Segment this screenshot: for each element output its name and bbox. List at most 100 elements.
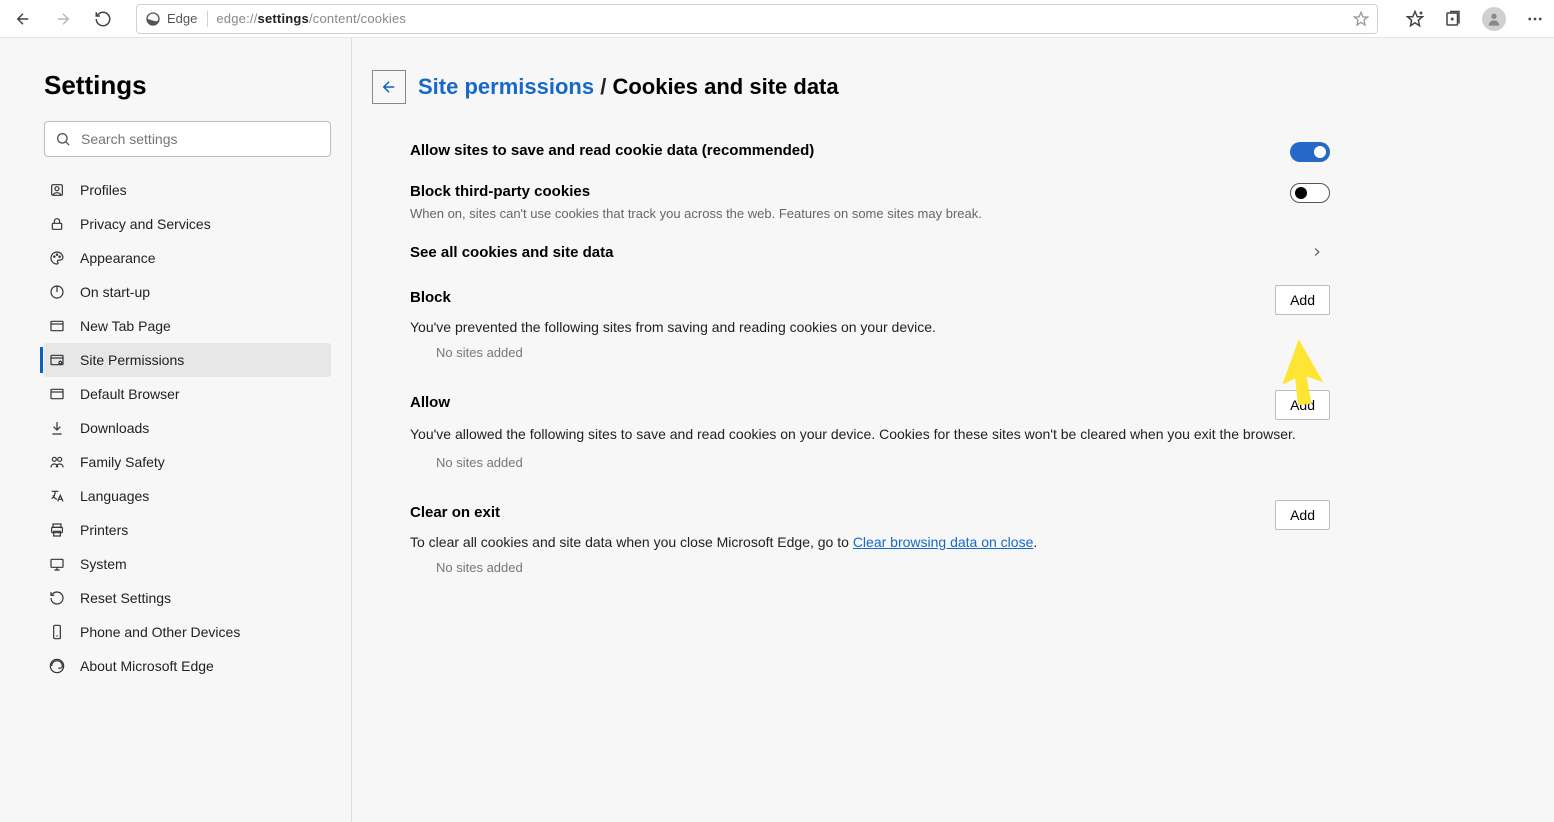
sidebar-item-label: About Microsoft Edge (80, 658, 214, 674)
sidebar-item-on-start-up[interactable]: On start-up (44, 275, 331, 309)
breadcrumb-parent-link[interactable]: Site permissions (418, 74, 594, 99)
power-icon (48, 284, 66, 300)
page-identity: Edge (145, 11, 208, 27)
reset-icon (48, 590, 66, 606)
settings-content: Allow sites to save and read cookie data… (410, 132, 1330, 575)
system-icon (48, 556, 66, 572)
arrow-left-icon (14, 10, 32, 28)
back-button[interactable] (10, 6, 36, 32)
sidebar-item-printers[interactable]: Printers (44, 513, 331, 547)
clear-data-on-close-link[interactable]: Clear browsing data on close (853, 534, 1034, 550)
block-third-desc: When on, sites can't use cookies that tr… (410, 204, 982, 224)
profile-avatar[interactable] (1482, 7, 1506, 31)
sidebar-list: Profiles Privacy and Services Appearance On… (44, 173, 331, 683)
palette-icon (48, 250, 66, 266)
browser-toolbar: Edge edge://settings/content/cookies (0, 0, 1554, 38)
block-section-header: Block Add (410, 275, 1330, 325)
phone-icon (48, 624, 66, 640)
sidebar-item-label: Family Safety (80, 454, 165, 470)
sidebar-item-profiles[interactable]: Profiles (44, 173, 331, 207)
clear-add-button[interactable]: Add (1275, 500, 1330, 530)
sidebar-item-reset-settings[interactable]: Reset Settings (44, 581, 331, 615)
block-third-toggle[interactable] (1290, 183, 1330, 203)
allow-desc: You've allowed the following sites to sa… (410, 424, 1330, 445)
sidebar-item-label: Phone and Other Devices (80, 624, 240, 640)
allow-cookies-title: Allow sites to save and read cookie data… (410, 142, 814, 159)
sidebar-item-about-microsoft-edge[interactable]: About Microsoft Edge (44, 649, 331, 683)
lang-icon (48, 488, 66, 504)
url-text: edge://settings/content/cookies (216, 11, 406, 26)
collections-icon[interactable] (1444, 10, 1462, 28)
annotation-cursor-icon (1282, 338, 1342, 408)
allow-title: Allow (410, 394, 450, 411)
favorites-icon[interactable] (1406, 10, 1424, 28)
sidebar-item-privacy-and-services[interactable]: Privacy and Services (44, 207, 331, 241)
clear-section-header: Clear on exit Add (410, 490, 1330, 540)
see-all-title: See all cookies and site data (410, 244, 613, 261)
arrow-right-icon (54, 10, 72, 28)
tab-icon (48, 318, 66, 334)
block-third-title: Block third-party cookies (410, 183, 982, 200)
sidebar-item-label: Languages (80, 488, 149, 504)
site-icon (48, 352, 66, 368)
search-icon (55, 131, 71, 147)
block-desc: You've prevented the following sites fro… (410, 319, 1330, 335)
back-to-parent-button[interactable] (372, 70, 406, 104)
edge-logo-icon (145, 11, 161, 27)
person-icon (1486, 11, 1502, 27)
lock-icon (48, 216, 66, 232)
refresh-button[interactable] (90, 6, 116, 32)
block-third-party-row: Block third-party cookies When on, sites… (410, 173, 1330, 234)
block-empty: No sites added (436, 345, 1330, 360)
search-input[interactable] (81, 131, 320, 147)
search-settings[interactable] (44, 121, 331, 157)
sidebar-item-site-permissions[interactable]: Site Permissions (44, 343, 331, 377)
block-title: Block (410, 289, 451, 306)
sidebar-item-label: Printers (80, 522, 128, 538)
chevron-right-icon (1310, 245, 1330, 264)
star-outline-icon[interactable] (1353, 11, 1369, 27)
browser-icon (48, 386, 66, 402)
sidebar-item-label: New Tab Page (80, 318, 171, 334)
allow-section-header: Allow Add (410, 380, 1330, 430)
allow-empty: No sites added (436, 455, 1330, 470)
sidebar-item-downloads[interactable]: Downloads (44, 411, 331, 445)
clear-desc: To clear all cookies and site data when … (410, 534, 1330, 550)
refresh-icon (94, 10, 112, 28)
family-icon (48, 454, 66, 470)
download-icon (48, 420, 66, 436)
sidebar-item-system[interactable]: System (44, 547, 331, 581)
sidebar-item-label: On start-up (80, 284, 150, 300)
settings-title: Settings (44, 70, 331, 101)
more-icon[interactable] (1526, 10, 1544, 28)
sidebar-item-label: Appearance (80, 250, 156, 266)
sidebar-item-languages[interactable]: Languages (44, 479, 331, 513)
see-all-cookies-row[interactable]: See all cookies and site data (410, 234, 1330, 275)
edge-icon (48, 658, 66, 674)
settings-sidebar: Settings Profiles Privacy and Services App… (0, 38, 352, 822)
sidebar-item-appearance[interactable]: Appearance (44, 241, 331, 275)
sidebar-item-label: Downloads (80, 420, 149, 436)
sidebar-item-label: System (80, 556, 127, 572)
sidebar-item-label: Reset Settings (80, 590, 171, 606)
sidebar-item-phone-and-other-devices[interactable]: Phone and Other Devices (44, 615, 331, 649)
page-header: Site permissions / Cookies and site data (372, 70, 1494, 104)
sidebar-item-label: Site Permissions (80, 352, 184, 368)
address-bar[interactable]: Edge edge://settings/content/cookies (136, 4, 1378, 34)
allow-cookies-toggle[interactable] (1290, 142, 1330, 162)
allow-cookies-row: Allow sites to save and read cookie data… (410, 132, 1330, 173)
arrow-left-icon (380, 78, 398, 96)
breadcrumb-current: Cookies and site data (612, 74, 838, 99)
printer-icon (48, 522, 66, 538)
sidebar-item-new-tab-page[interactable]: New Tab Page (44, 309, 331, 343)
toolbar-right (1406, 7, 1544, 31)
page-label: Edge (167, 11, 197, 26)
sidebar-item-label: Privacy and Services (80, 216, 211, 232)
clear-empty: No sites added (436, 560, 1330, 575)
profile-icon (48, 182, 66, 198)
block-add-button[interactable]: Add (1275, 285, 1330, 315)
sidebar-item-default-browser[interactable]: Default Browser (44, 377, 331, 411)
sidebar-item-label: Profiles (80, 182, 127, 198)
forward-button[interactable] (50, 6, 76, 32)
sidebar-item-family-safety[interactable]: Family Safety (44, 445, 331, 479)
